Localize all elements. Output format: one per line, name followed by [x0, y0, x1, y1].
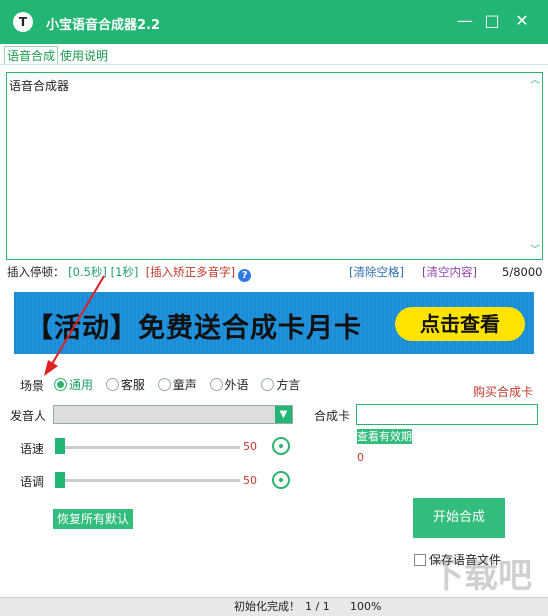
- card-label: 合成卡: [314, 409, 351, 423]
- watermark-logo: 下载吧: [430, 556, 532, 596]
- save-audio-checkbox[interactable]: [414, 554, 426, 566]
- radio-icon[interactable]: [261, 378, 275, 391]
- tone-slider-track[interactable]: [55, 479, 240, 482]
- tab-bar: 语音合成 使用说明: [4, 46, 110, 64]
- title-bar: T 小宝语音合成器2.2 — □ ✕: [0, 0, 548, 44]
- tab-divider: [0, 64, 548, 65]
- insert-polyphone-link[interactable]: [插入矫正多音字]: [146, 265, 235, 279]
- scene-option-child-voice[interactable]: 童声: [157, 376, 197, 393]
- restore-defaults-button[interactable]: 恢复所有默认: [53, 509, 133, 529]
- scene-options: 通用 客服 童声 外语 方言: [54, 376, 309, 393]
- minimize-button[interactable]: —: [454, 10, 476, 32]
- scroll-up-icon[interactable]: ︿: [529, 75, 541, 87]
- clear-content-link[interactable]: [清空内容]: [422, 264, 477, 280]
- radio-icon[interactable]: [209, 378, 223, 391]
- reset-speed-icon[interactable]: [272, 437, 290, 455]
- speaker-select[interactable]: ▼: [53, 405, 293, 424]
- chevron-down-icon[interactable]: ▼: [275, 406, 292, 423]
- tone-value: 50: [243, 474, 257, 487]
- buy-card-link[interactable]: 购买合成卡: [473, 383, 533, 400]
- card-balance: 0: [357, 451, 364, 464]
- speed-label: 语速: [20, 442, 45, 456]
- status-progress: 1 / 1: [305, 600, 330, 613]
- start-synthesis-button[interactable]: 开始合成: [413, 498, 505, 538]
- status-message: 初始化完成！: [234, 600, 300, 613]
- speed-slider-thumb[interactable]: [55, 438, 65, 454]
- radio-icon[interactable]: [157, 378, 171, 391]
- text-editor[interactable]: 语音合成器 ︿ ﹀: [6, 72, 543, 260]
- scene-option-general[interactable]: 通用: [54, 376, 93, 393]
- promo-banner[interactable]: 【活动】免费送合成卡月卡 点击查看: [14, 292, 534, 354]
- radio-icon[interactable]: [105, 378, 119, 391]
- scene-option-dialect[interactable]: 方言: [261, 376, 300, 393]
- insert-pause-1-link[interactable]: [1秒]: [111, 265, 139, 279]
- scene-option-customer-service[interactable]: 客服: [105, 376, 145, 393]
- pause-toolbar: 插入停顿： [0.5秒] [1秒] [插入矫正多音字]? [清除空格] [清空内…: [7, 264, 543, 282]
- tab-instructions[interactable]: 使用说明: [58, 47, 110, 65]
- speed-slider-track[interactable]: [55, 446, 240, 449]
- banner-text: 【活动】免费送合成卡月卡: [26, 313, 362, 344]
- radio-selected-icon[interactable]: [54, 378, 67, 391]
- banner-view-button[interactable]: 点击查看: [395, 307, 525, 341]
- speed-value: 50: [243, 440, 257, 453]
- app-logo-icon: T: [13, 12, 33, 32]
- card-input[interactable]: [356, 404, 538, 425]
- editor-text[interactable]: 语音合成器: [9, 77, 69, 94]
- tab-speech-synthesis[interactable]: 语音合成: [4, 46, 59, 64]
- insert-pause-05-link[interactable]: [0.5秒]: [68, 265, 107, 279]
- window-title: 小宝语音合成器2.2: [46, 18, 161, 33]
- scene-option-foreign[interactable]: 外语: [209, 376, 249, 393]
- tone-slider-thumb[interactable]: [55, 472, 65, 488]
- status-bar: 初始化完成！ 1 / 1 100%: [0, 597, 548, 616]
- scene-label: 场景: [20, 379, 45, 393]
- tone-label: 语调: [20, 475, 45, 489]
- maximize-button[interactable]: □: [481, 10, 503, 32]
- status-percent: 100%: [350, 600, 382, 613]
- char-count: 5/8000: [502, 265, 543, 279]
- clear-spaces-link[interactable]: [清除空格]: [349, 264, 404, 280]
- pause-label: 插入停顿：: [7, 265, 65, 279]
- help-icon[interactable]: ?: [238, 269, 252, 282]
- check-validity-button[interactable]: 查看有效期: [357, 429, 412, 444]
- speaker-label: 发音人: [10, 409, 47, 423]
- reset-tone-icon[interactable]: [272, 471, 290, 489]
- scroll-down-icon[interactable]: ﹀: [529, 245, 541, 257]
- close-button[interactable]: ✕: [511, 10, 533, 32]
